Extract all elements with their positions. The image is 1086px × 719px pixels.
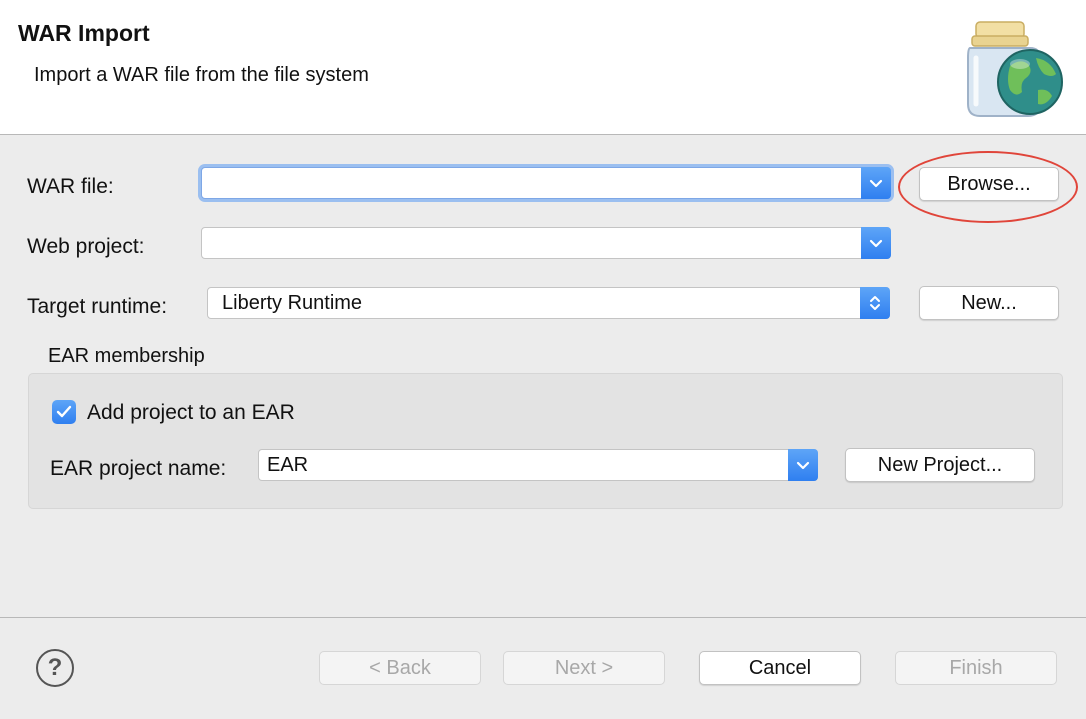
cancel-button[interactable]: Cancel xyxy=(699,651,861,685)
chevron-down-icon[interactable] xyxy=(788,449,818,481)
ear-project-name-combo[interactable]: EAR xyxy=(258,449,818,481)
chevron-down-icon[interactable] xyxy=(861,227,891,259)
war-file-label: WAR file: xyxy=(27,175,114,198)
war-jar-globe-icon xyxy=(967,21,1063,117)
ear-membership-label: EAR membership xyxy=(48,345,205,367)
finish-button[interactable]: Finish xyxy=(895,651,1057,685)
war-file-combo[interactable] xyxy=(201,167,891,199)
up-down-chevron-icon[interactable] xyxy=(860,287,890,319)
help-icon[interactable]: ? xyxy=(36,649,74,687)
next-button[interactable]: Next > xyxy=(503,651,665,685)
dialog-header: WAR Import Import a WAR file from the fi… xyxy=(0,0,1086,135)
add-to-ear-checkbox[interactable] xyxy=(52,400,76,424)
check-icon xyxy=(56,405,72,418)
target-runtime-select[interactable]: Liberty Runtime xyxy=(207,287,890,319)
annotation-highlight-circle xyxy=(898,151,1078,223)
target-runtime-value: Liberty Runtime xyxy=(222,292,363,314)
ear-project-name-label: EAR project name: xyxy=(50,457,227,480)
ear-membership-group xyxy=(28,373,1063,509)
chevron-down-icon[interactable] xyxy=(861,167,891,199)
new-runtime-button[interactable]: New... xyxy=(919,286,1059,320)
back-button[interactable]: < Back xyxy=(319,651,481,685)
target-runtime-label: Target runtime: xyxy=(27,295,168,318)
page-title: WAR Import xyxy=(18,20,150,46)
ear-project-name-value: EAR xyxy=(267,454,309,476)
web-project-combo[interactable] xyxy=(201,227,891,259)
page-subtitle: Import a WAR file from the file system xyxy=(34,64,369,86)
web-project-label: Web project: xyxy=(27,235,145,258)
add-to-ear-label[interactable]: Add project to an EAR xyxy=(87,401,295,425)
new-ear-project-button[interactable]: New Project... xyxy=(845,448,1035,482)
